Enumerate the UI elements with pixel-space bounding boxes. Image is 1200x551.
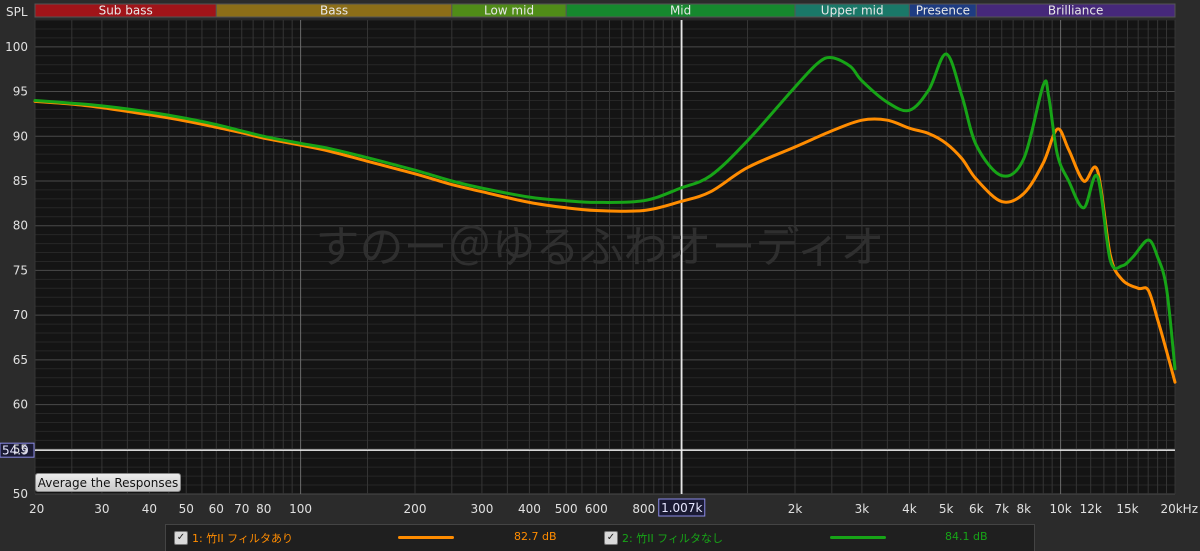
- x-tick-label: 600: [585, 502, 608, 516]
- x-tick-label: 6k: [969, 502, 984, 516]
- series-2-value: 84.1 dB: [945, 530, 988, 543]
- series-2-name: 2: 竹II フィルタなし: [622, 532, 723, 545]
- x-tick-label: 4k: [902, 502, 917, 516]
- series-1-checkbox[interactable]: ✓: [174, 531, 188, 545]
- x-tick-label: 8k: [1016, 502, 1031, 516]
- legend-entry-series-2: ✓ 2: 竹II フィルタなし 84.1 dB: [600, 525, 1034, 551]
- y-tick-label: 75: [13, 263, 28, 277]
- band-label-bass: Bass: [320, 4, 348, 18]
- y-tick-label: 50: [13, 487, 28, 501]
- x-tick-label: 40: [142, 502, 157, 516]
- average-responses-button[interactable]: Average the Responses: [35, 473, 181, 492]
- x-axis: 20 30 40 50 60 70 80 100 200 300 400 500 600 800 2k 3k 4…: [29, 502, 1198, 516]
- x-tick-label: 400: [518, 502, 541, 516]
- y-tick-label: 60: [13, 398, 28, 412]
- band-label-low-mid: Low mid: [484, 4, 534, 18]
- cursor-x-readout: 1.007k: [661, 501, 702, 515]
- band-label-mid: Mid: [670, 4, 691, 18]
- series-2-checkbox[interactable]: ✓: [604, 531, 618, 545]
- x-tick-label: 5k: [939, 502, 954, 516]
- legend-entry-series-1: ✓ 1: 竹II フィルタあり 82.7 dB: [166, 525, 600, 551]
- frequency-response-chart: Sub bass Bass Low mid Mid Upper mid Presence B…: [0, 3, 1198, 517]
- band-label-sub-bass: Sub bass: [99, 4, 153, 18]
- y-tick-label: 85: [13, 174, 28, 188]
- x-tick-label: 50: [179, 502, 194, 516]
- y-axis: 50 55 60 65 70 75 80 85 90 95 100: [5, 40, 28, 501]
- y-tick-label: 55: [13, 442, 28, 456]
- x-tick-label: 10k: [1049, 502, 1071, 516]
- x-tick-label: 30: [94, 502, 109, 516]
- band-label-brilliance: Brilliance: [1048, 4, 1103, 18]
- series-1-value: 82.7 dB: [514, 530, 557, 543]
- watermark: すのー＠ゆるふわオーディオ: [316, 222, 885, 273]
- x-tick-label: 12k: [1080, 502, 1102, 516]
- x-tick-label: 20kHz: [1160, 502, 1198, 516]
- x-tick-label: 80: [256, 502, 271, 516]
- legend: ✓ 1: 竹II フィルタあり 82.7 dB ✓ 2: 竹II フィルタなし …: [165, 524, 1035, 551]
- x-tick-label: 60: [209, 502, 224, 516]
- y-axis-label: SPL: [6, 5, 28, 19]
- y-tick-label: 90: [13, 129, 28, 143]
- x-tick-label: 800: [632, 502, 655, 516]
- band-label-upper-mid: Upper mid: [821, 4, 884, 18]
- y-tick-label: 65: [13, 353, 28, 367]
- x-tick-label: 500: [555, 502, 578, 516]
- series-1-name: 1: 竹II フィルタあり: [192, 532, 293, 545]
- y-tick-label: 70: [13, 308, 28, 322]
- series-1-swatch: [398, 536, 454, 539]
- x-tick-label: 15k: [1116, 502, 1138, 516]
- series-2-swatch: [830, 536, 886, 539]
- x-tick-label: 70: [234, 502, 249, 516]
- x-tick-label: 2k: [788, 502, 803, 516]
- frequency-band-bar: Sub bass Bass Low mid Mid Upper mid Presence B…: [34, 3, 1176, 18]
- band-label-presence: Presence: [916, 4, 970, 18]
- x-tick-label: 100: [289, 502, 312, 516]
- x-tick-label: 200: [404, 502, 427, 516]
- y-tick-label: 100: [5, 40, 28, 54]
- x-tick-label: 7k: [994, 502, 1009, 516]
- y-tick-label: 80: [13, 219, 28, 233]
- x-tick-label: 20: [29, 502, 44, 516]
- y-tick-label: 95: [13, 85, 28, 99]
- x-tick-label: 3k: [855, 502, 870, 516]
- x-tick-label: 300: [470, 502, 493, 516]
